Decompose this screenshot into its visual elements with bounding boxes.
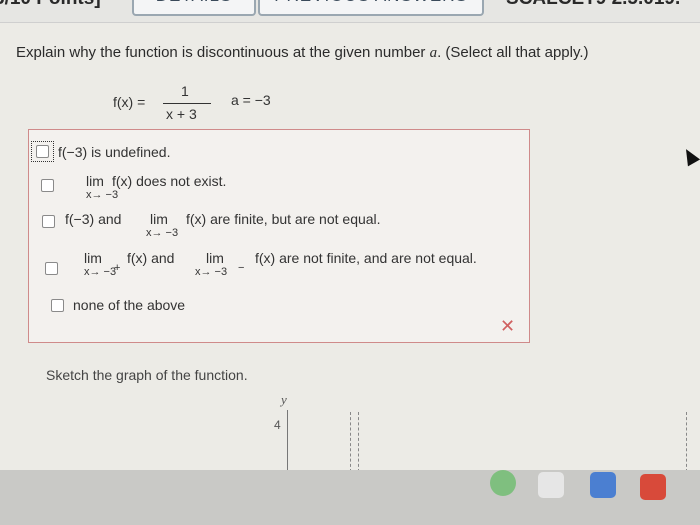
option-2-checkbox[interactable] — [41, 179, 54, 192]
option-5-label: none of the above — [73, 297, 186, 313]
graph-edge-line — [686, 412, 688, 472]
option-2-lim: lim — [86, 173, 104, 189]
graph-y-axis — [287, 410, 288, 475]
question-prompt: Explain why the function is discontinuou… — [16, 44, 589, 62]
option-4-checkbox[interactable] — [45, 262, 58, 275]
function-label: f(x) = — [113, 94, 146, 110]
option-1-label: f(−3) is undefined. — [58, 144, 171, 160]
a-value: a = −3 — [231, 92, 271, 108]
gmail-icon[interactable] — [538, 472, 564, 498]
fraction-numerator: 1 — [181, 83, 189, 99]
option-2-lim-sub: x→ −3 — [86, 189, 119, 201]
option-3-checkbox[interactable] — [42, 215, 55, 228]
option-4-lim2: lim — [206, 250, 224, 266]
prompt-var: a — [429, 45, 438, 61]
option-4-label: f(x) are not finite, and are not equal. — [255, 250, 477, 266]
option-3-lim-sub: x→ −3 — [146, 227, 179, 239]
previous-answers-button[interactable]: PREVIOUS ANSWERS — [258, 0, 484, 16]
prompt-text-end: . (Select all that apply.) — [437, 44, 589, 61]
sketch-prompt: Sketch the graph of the function. — [46, 367, 248, 383]
incorrect-icon: ✕ — [500, 316, 516, 336]
option-2-label: f(x) does not exist. — [112, 173, 227, 189]
option-4-lim2-sub: x→ −3 — [195, 266, 228, 278]
chrome-icon[interactable] — [490, 470, 516, 496]
option-3-label: f(x) are finite, but are not equal. — [186, 211, 381, 227]
details-button[interactable]: DETAILS — [132, 0, 256, 16]
graph-y-label: y — [281, 392, 287, 407]
option-4-mid: f(x) and — [127, 250, 175, 266]
points-label: 3/10 Points] — [0, 0, 101, 10]
option-4-lim2-sup: − — [238, 262, 245, 274]
option-3-lim: lim — [150, 211, 168, 227]
option-4-lim1-sup: + — [114, 262, 121, 274]
mouse-cursor-icon — [679, 145, 700, 167]
option-1-checkbox[interactable] — [36, 145, 49, 158]
youtube-icon[interactable] — [640, 474, 666, 500]
fraction-denominator: x + 3 — [166, 106, 197, 122]
prompt-text: Explain why the function is discontinuou… — [16, 44, 430, 61]
graph-asymptote-line — [358, 412, 360, 472]
option-4-lim1-sub: x→ −3 — [84, 266, 117, 278]
option-4-lim1: lim — [84, 250, 102, 266]
graph-asymptote-line — [350, 412, 352, 472]
top-toolbar: 3/10 Points] DETAILS PREVIOUS ANSWERS SC… — [0, 0, 700, 23]
graph-tick-4: 4 — [274, 418, 281, 432]
taskbar — [0, 470, 700, 525]
fraction-bar — [163, 103, 211, 104]
option-5-checkbox[interactable] — [51, 299, 64, 312]
docs-icon[interactable] — [590, 472, 616, 498]
option-3-prefix: f(−3) and — [65, 211, 122, 227]
section-label: SCALCET9 2.5.019. — [506, 0, 680, 10]
